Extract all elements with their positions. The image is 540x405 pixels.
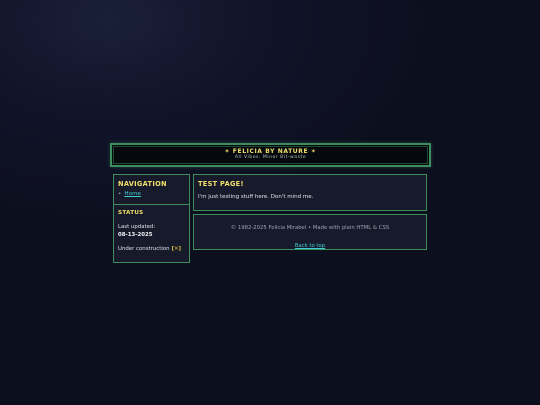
status-panel: STATUS Last updated: 08-13-2025 Under co…	[113, 204, 190, 263]
status-heading: STATUS	[118, 210, 144, 216]
main-heading: TEST PAGE!	[198, 180, 244, 188]
construction-icon: [✕]	[171, 246, 182, 252]
navigation-panel: NAVIGATION • Home	[113, 174, 190, 205]
nav-link-home[interactable]: Home	[124, 191, 141, 197]
footer-panel: © 1982-2025 Felicia Mirabel • Made with …	[193, 214, 427, 250]
header-inner-border	[113, 146, 428, 164]
footer-copyright: © 1982-2025 Felicia Mirabel • Made with …	[230, 225, 390, 231]
last-updated-label: Last updated:	[118, 224, 156, 230]
navigation-heading: NAVIGATION	[118, 180, 167, 188]
main-content-panel: TEST PAGE! I'm just testing stuff here. …	[193, 174, 427, 211]
last-updated-value: 08-13-2025	[118, 232, 153, 238]
site-header: ✶ FELICIA BY NATURE ✶ All Vibes. Minor B…	[110, 143, 431, 167]
back-to-top-link[interactable]: Back to top	[295, 243, 325, 249]
construction-status: Under construction [✕]	[118, 246, 181, 252]
bullet-icon: •	[118, 191, 122, 197]
construction-text: Under construction	[118, 246, 170, 252]
nav-item-home: • Home	[118, 191, 141, 197]
main-text: I'm just testing stuff here. Don't mind …	[198, 194, 314, 200]
